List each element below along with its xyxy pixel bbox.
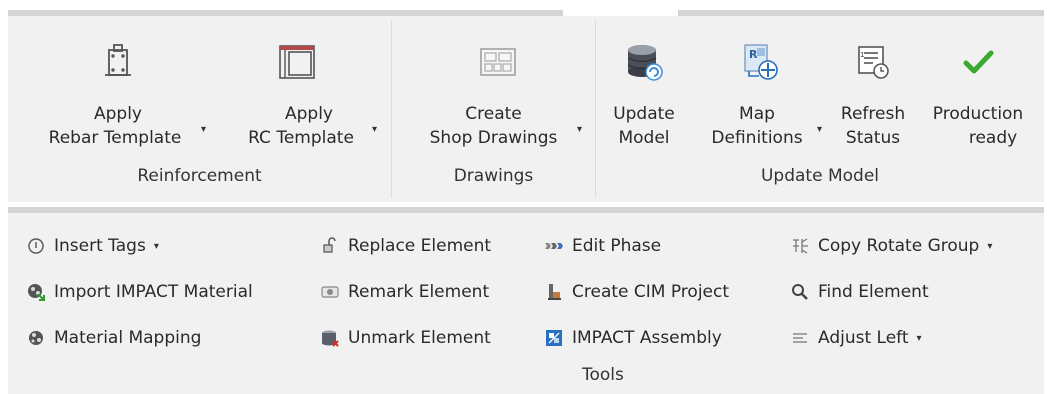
create-shop-drawings-label-line2: Shop Drawings xyxy=(429,128,558,148)
rc-template-icon xyxy=(277,42,317,82)
replace-element-label: Replace Element xyxy=(348,236,492,256)
cim-project-icon xyxy=(544,282,564,302)
apply-rebar-template-label-line1: Apply xyxy=(94,104,142,124)
copy-rotate-group-button[interactable]: Copy Rotate Group ▾ xyxy=(790,231,992,261)
create-shop-drawings-button[interactable]: Create Shop Drawings ▾ xyxy=(410,20,585,160)
checkmark-icon xyxy=(958,42,998,82)
production-ready-label-line1: Production xyxy=(932,104,1024,124)
map-definitions-label-line1: Map xyxy=(739,104,775,124)
map-definitions-icon: R xyxy=(741,42,781,82)
apply-rebar-template-button[interactable]: Apply Rebar Template ▾ xyxy=(28,20,208,160)
material-mapping-label: Material Mapping xyxy=(54,328,202,348)
adjust-left-button[interactable]: Adjust Left ▾ xyxy=(790,323,922,353)
chevron-down-icon[interactable]: ▾ xyxy=(372,124,377,135)
unmark-element-label: Unmark Element xyxy=(348,328,491,348)
impact-assembly-icon xyxy=(544,328,564,348)
shop-drawings-icon xyxy=(478,42,518,82)
material-mapping-icon xyxy=(26,328,46,348)
chevron-down-icon[interactable]: ▾ xyxy=(201,124,206,135)
apply-rc-template-label-line1: Apply xyxy=(285,104,333,124)
create-cim-project-label: Create CIM Project xyxy=(572,282,730,302)
refresh-status-label-line1: Refresh xyxy=(840,104,906,124)
insert-tags-button[interactable]: Insert Tags ▾ xyxy=(26,231,159,261)
replace-element-icon xyxy=(320,236,340,256)
svg-text:R: R xyxy=(749,48,758,61)
panel-label-drawings: Drawings xyxy=(453,166,534,186)
edit-phase-label: Edit Phase xyxy=(572,236,662,256)
chevron-down-icon[interactable]: ▾ xyxy=(154,241,159,252)
chevron-down-icon[interactable]: ▾ xyxy=(917,333,922,344)
rebar-template-icon xyxy=(98,42,138,82)
panel-label-update-model: Update Model xyxy=(760,166,879,186)
update-model-label-line1: Update xyxy=(613,104,675,124)
impact-assembly-button[interactable]: IMPACT Assembly xyxy=(544,323,722,353)
chevron-down-icon[interactable]: ▾ xyxy=(577,124,582,135)
unmark-element-button[interactable]: Unmark Element xyxy=(320,323,491,353)
update-model-button[interactable]: Update Model xyxy=(598,20,690,160)
find-element-label: Find Element xyxy=(818,282,929,302)
import-material-icon xyxy=(26,282,46,302)
update-model-label-line2: Model xyxy=(618,128,670,148)
material-mapping-button[interactable]: Material Mapping xyxy=(26,323,201,353)
align-left-icon xyxy=(790,328,810,348)
copy-rotate-icon xyxy=(790,236,810,256)
remark-element-icon xyxy=(320,282,340,302)
find-icon xyxy=(790,282,810,302)
unmark-element-icon xyxy=(320,328,340,348)
ribbon-upper: Apply Rebar Template ▾ Apply RC Template… xyxy=(8,16,1044,202)
panel-label-reinforcement: Reinforcement xyxy=(137,166,262,186)
import-impact-material-label: Import IMPACT Material xyxy=(54,282,253,302)
panel-reinforcement: Apply Rebar Template ▾ Apply RC Template… xyxy=(8,16,391,202)
edit-phase-button[interactable]: Edit Phase xyxy=(544,231,661,261)
remark-element-button[interactable]: Remark Element xyxy=(320,277,489,307)
panel-tools: Insert Tags ▾ Import IMPACT Material Mat… xyxy=(8,213,1044,394)
database-update-icon xyxy=(624,42,664,82)
svg-text:1: 1 xyxy=(860,51,864,59)
panel-label-tools: Tools xyxy=(582,365,624,385)
import-impact-material-button[interactable]: Import IMPACT Material xyxy=(26,277,253,307)
insert-tags-label: Insert Tags xyxy=(54,236,146,256)
tag-icon xyxy=(26,236,46,256)
panel-drawings: Create Shop Drawings ▾ Drawings xyxy=(392,16,595,202)
replace-element-button[interactable]: Replace Element xyxy=(320,231,491,261)
find-element-button[interactable]: Find Element xyxy=(790,277,929,307)
apply-rc-template-button[interactable]: Apply RC Template ▾ xyxy=(222,20,377,160)
panel-update-model: Update Model R Map Definitions ▾ 1 Refre… xyxy=(596,16,1044,202)
chevron-down-icon[interactable]: ▾ xyxy=(987,241,992,252)
create-cim-project-button[interactable]: Create CIM Project xyxy=(544,277,729,307)
apply-rebar-template-label-line2: Rebar Template xyxy=(48,128,182,148)
adjust-left-label: Adjust Left xyxy=(818,328,909,348)
impact-assembly-label: IMPACT Assembly xyxy=(572,328,722,348)
edit-phase-icon xyxy=(544,236,564,256)
map-definitions-button[interactable]: R Map Definitions ▾ xyxy=(700,20,822,160)
chevron-down-icon[interactable]: ▾ xyxy=(817,124,822,135)
refresh-status-icon: 1 xyxy=(853,42,893,82)
map-definitions-label-line2: Definitions xyxy=(711,128,803,148)
create-shop-drawings-label-line1: Create xyxy=(465,104,522,124)
refresh-status-button[interactable]: 1 Refresh Status xyxy=(832,20,914,160)
remark-element-label: Remark Element xyxy=(348,282,490,302)
production-ready-button[interactable]: Production ready xyxy=(922,20,1034,160)
apply-rc-template-label-line2: RC Template xyxy=(248,128,354,148)
refresh-status-label-line2: Status xyxy=(845,128,901,148)
production-ready-label-line2: ready xyxy=(968,128,1018,148)
copy-rotate-group-label: Copy Rotate Group xyxy=(818,236,980,256)
